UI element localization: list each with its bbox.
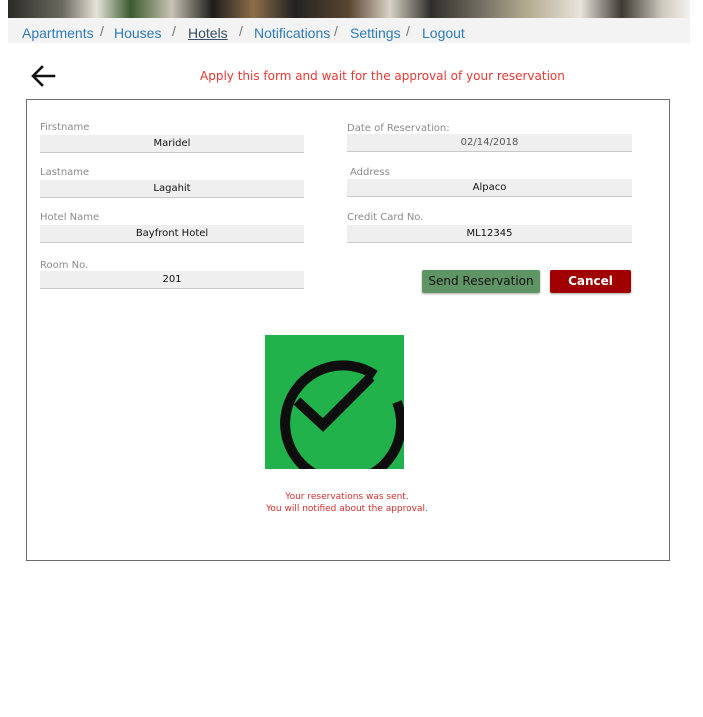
notice-text: Apply this form and wait for the approva…: [200, 69, 565, 83]
lastname-field[interactable]: Lagahit: [40, 180, 304, 198]
nav-apartments[interactable]: Apartments: [22, 25, 94, 41]
date-field[interactable]: 02/14/2018: [347, 134, 632, 152]
credit-card-field[interactable]: ML12345: [347, 225, 632, 243]
success-message-line-1: Your reservations was sent.: [285, 492, 409, 502]
success-message-line-2: You will notified about the approval.: [266, 504, 428, 514]
lastname-label: Lastname: [40, 167, 90, 178]
address-label: Address: [350, 167, 390, 178]
address-field[interactable]: Alpaco: [347, 179, 632, 197]
success-message: Your reservations was sent. You will not…: [147, 491, 547, 515]
nav-houses[interactable]: Houses: [114, 25, 161, 41]
firstname-field[interactable]: Maridel: [40, 135, 304, 153]
top-nav: Apartments / Houses / Hotels / Notificat…: [8, 18, 690, 43]
nav-separator: /: [172, 23, 176, 39]
cancel-button[interactable]: Cancel: [550, 270, 631, 293]
firstname-label: Firstname: [40, 122, 90, 133]
nav-logout[interactable]: Logout: [422, 25, 465, 41]
header-banner-image: [8, 0, 690, 18]
credit-card-label: Credit Card No.: [347, 212, 424, 223]
nav-separator: /: [406, 23, 410, 39]
nav-settings[interactable]: Settings: [350, 25, 401, 41]
nav-separator: /: [334, 23, 338, 39]
nav-separator: /: [100, 23, 104, 39]
nav-hotels[interactable]: Hotels: [188, 25, 228, 41]
reservation-form: Firstname Maridel Lastname Lagahit Hotel…: [26, 99, 670, 561]
send-reservation-button[interactable]: Send Reservation: [422, 270, 540, 293]
check-circle-icon: [265, 335, 407, 487]
room-no-label: Room No.: [40, 260, 89, 271]
nav-notifications[interactable]: Notifications: [254, 25, 330, 41]
nav-separator: /: [239, 23, 243, 39]
hotel-name-label: Hotel Name: [40, 212, 100, 223]
hotel-name-field[interactable]: Bayfront Hotel: [40, 225, 304, 243]
date-label: Date of Reservation:: [347, 123, 450, 134]
room-no-field[interactable]: 201: [40, 271, 304, 289]
arrow-left-icon[interactable]: [30, 63, 56, 89]
